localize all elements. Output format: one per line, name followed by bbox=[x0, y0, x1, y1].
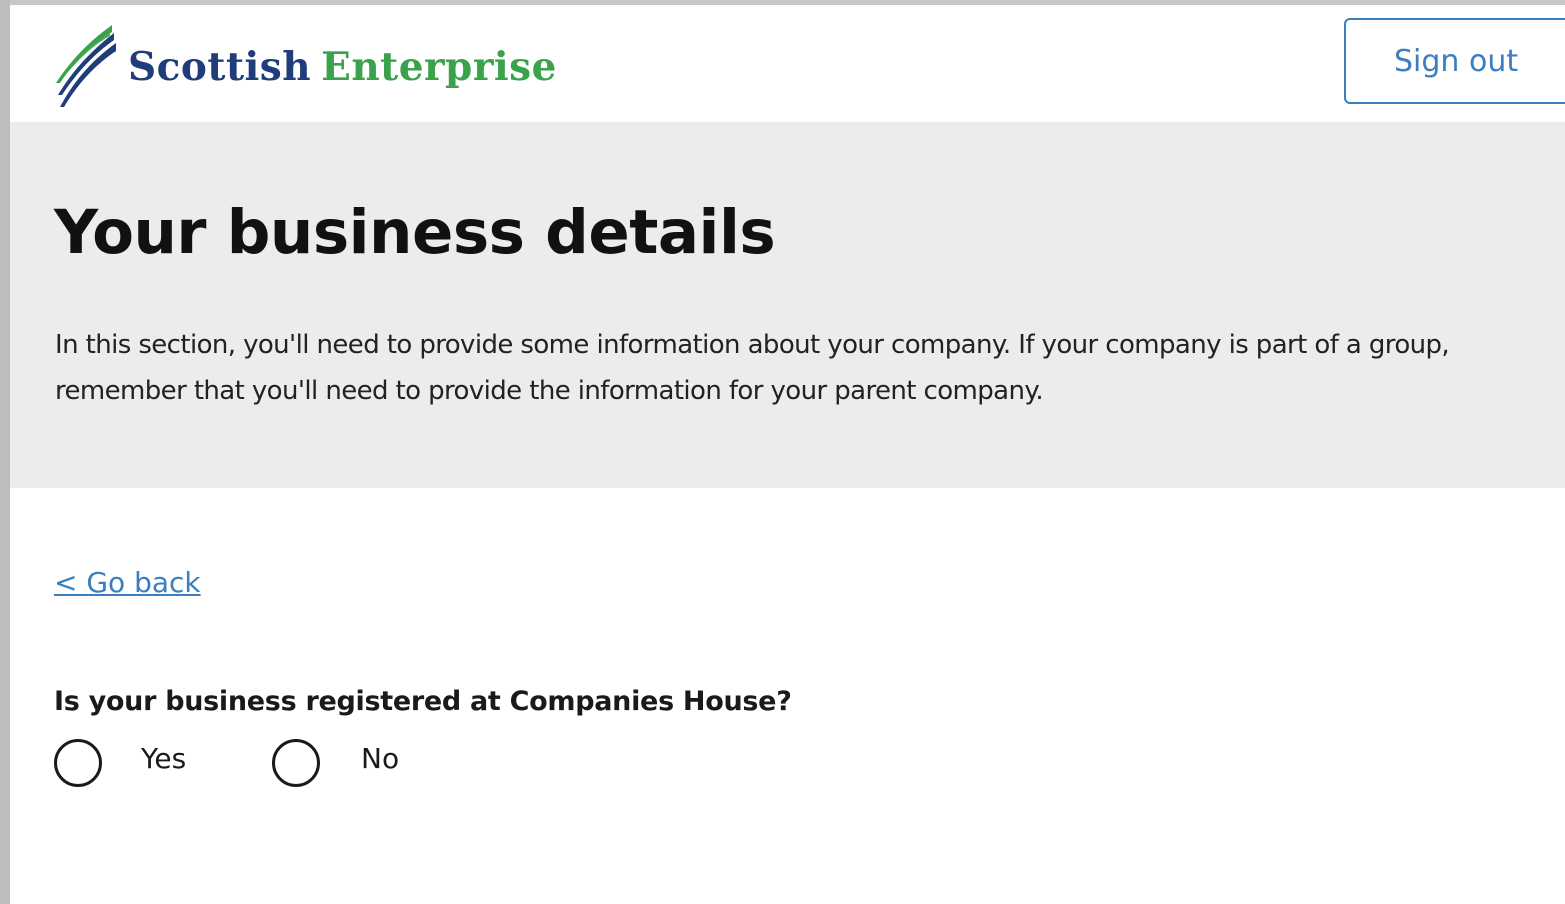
page-title: Your business details bbox=[54, 197, 776, 268]
radio-no-label[interactable]: No bbox=[361, 742, 399, 775]
logo-wordmark: Scottish Enterprise bbox=[128, 47, 557, 87]
radio-yes-label[interactable]: Yes bbox=[141, 742, 186, 775]
logo-word-enterprise: Enterprise bbox=[321, 43, 557, 90]
logo-word-scottish: Scottish bbox=[128, 43, 312, 90]
radio-yes[interactable] bbox=[54, 739, 102, 787]
sign-out-button[interactable]: Sign out bbox=[1344, 18, 1565, 104]
page-banner: Your business details In this section, y… bbox=[10, 122, 1565, 488]
radio-no[interactable] bbox=[272, 739, 320, 787]
companies-house-question: Is your business registered at Companies… bbox=[54, 686, 792, 717]
section-intro-text: In this section, you'll need to provide … bbox=[55, 330, 1450, 406]
swoosh-logo-icon bbox=[56, 25, 116, 107]
go-back-link[interactable]: < Go back bbox=[54, 566, 201, 599]
window-left-edge bbox=[0, 0, 10, 904]
scottish-enterprise-logo[interactable]: Scottish Enterprise bbox=[54, 23, 557, 107]
site-header: Scottish Enterprise Sign out bbox=[10, 5, 1565, 122]
